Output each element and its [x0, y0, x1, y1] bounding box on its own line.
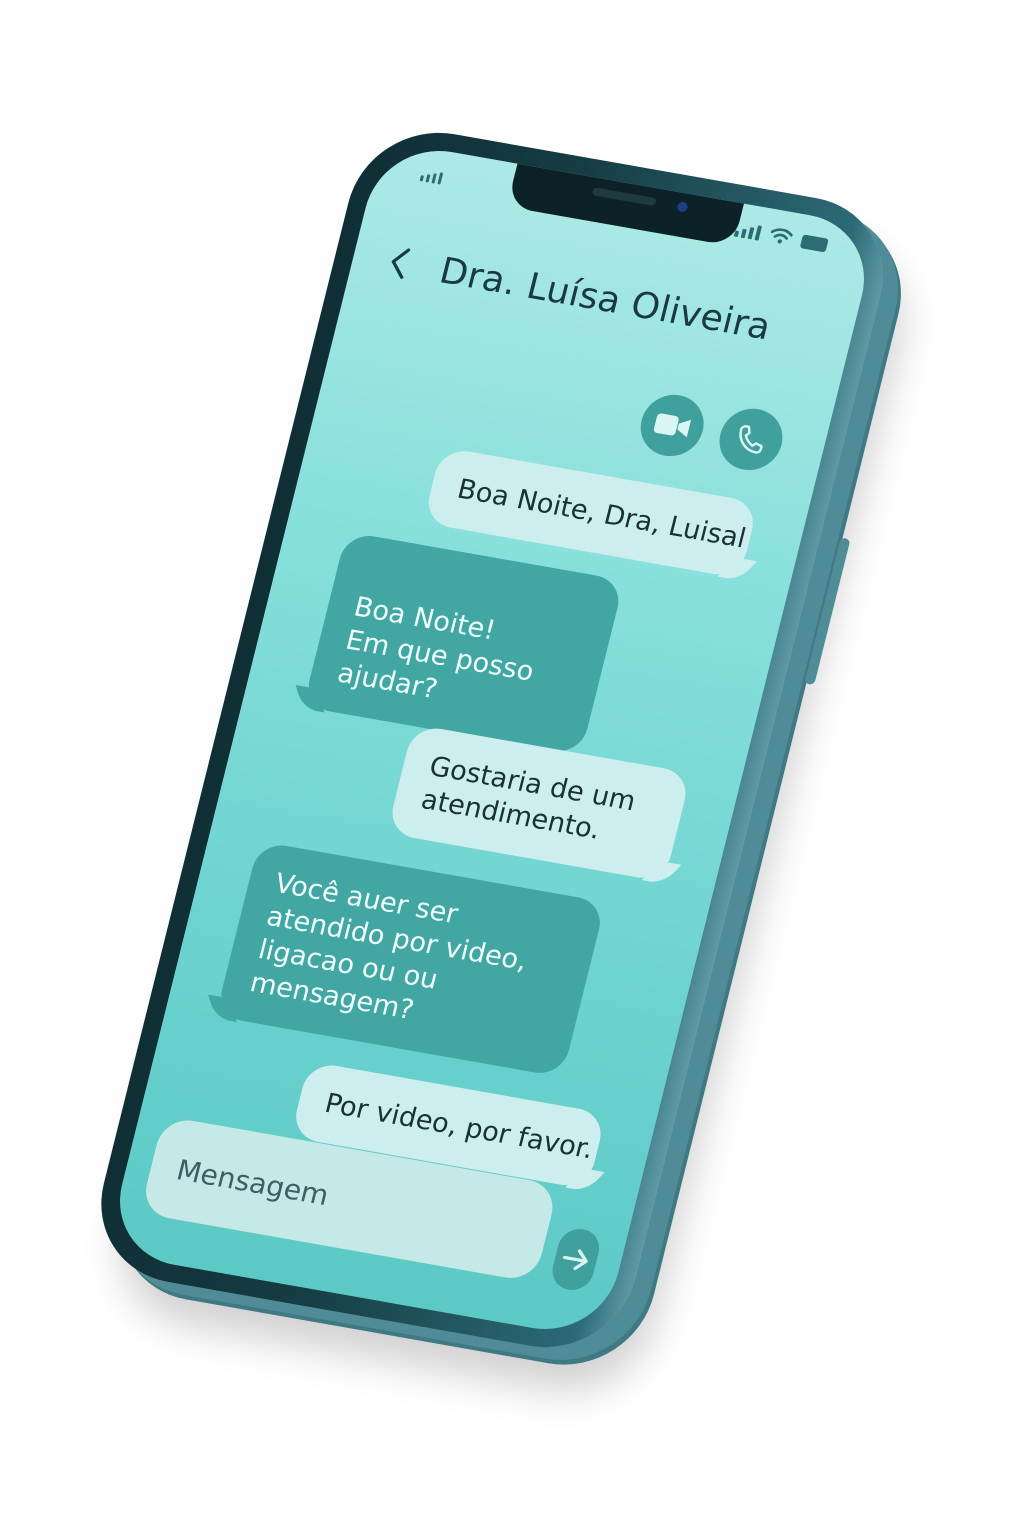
contact-name: Dra. Luísa Oliveira	[435, 249, 775, 348]
chat-header: Dra. Luísa Oliveira	[372, 230, 832, 367]
stage: Dra. Luísa Oliveira Boa Noite, Dra, Luis…	[0, 0, 1024, 1536]
phone: Dra. Luísa Oliveira Boa Noite, Dra, Luis…	[83, 119, 901, 1361]
chevron-left-icon	[391, 248, 411, 279]
message-text: Boa Noite! Em que posso ajudar?	[334, 591, 537, 706]
video-call-button[interactable]	[634, 389, 711, 462]
send-button[interactable]	[548, 1225, 604, 1294]
signal-icon-left	[419, 169, 444, 185]
battery-icon	[799, 234, 829, 253]
voice-call-button[interactable]	[712, 403, 790, 475]
message-bubble-outgoing: Gostaria de um atendimento.	[386, 724, 692, 883]
speaker	[591, 187, 657, 207]
call-actions	[634, 389, 790, 475]
video-camera-icon	[653, 413, 692, 438]
message-text: Boa Noite, Dra, Luisal	[454, 473, 749, 555]
message-text: Gostaria de um atendimento.	[417, 751, 639, 846]
message-text: Você auer ser atendido por video, ligaca…	[246, 867, 531, 1027]
arrow-right-icon	[562, 1249, 588, 1270]
message-bubble-incoming: Boa Noite! Em que posso ajudar?	[302, 531, 625, 756]
back-button[interactable]	[375, 240, 424, 286]
front-camera	[676, 201, 689, 213]
cellular-signal-icon	[733, 222, 763, 241]
message-bubble-incoming: Você auer ser atendido por video, ligaca…	[215, 841, 606, 1078]
phone-icon	[739, 425, 763, 454]
status-bar	[733, 221, 829, 253]
wifi-icon	[770, 228, 793, 244]
